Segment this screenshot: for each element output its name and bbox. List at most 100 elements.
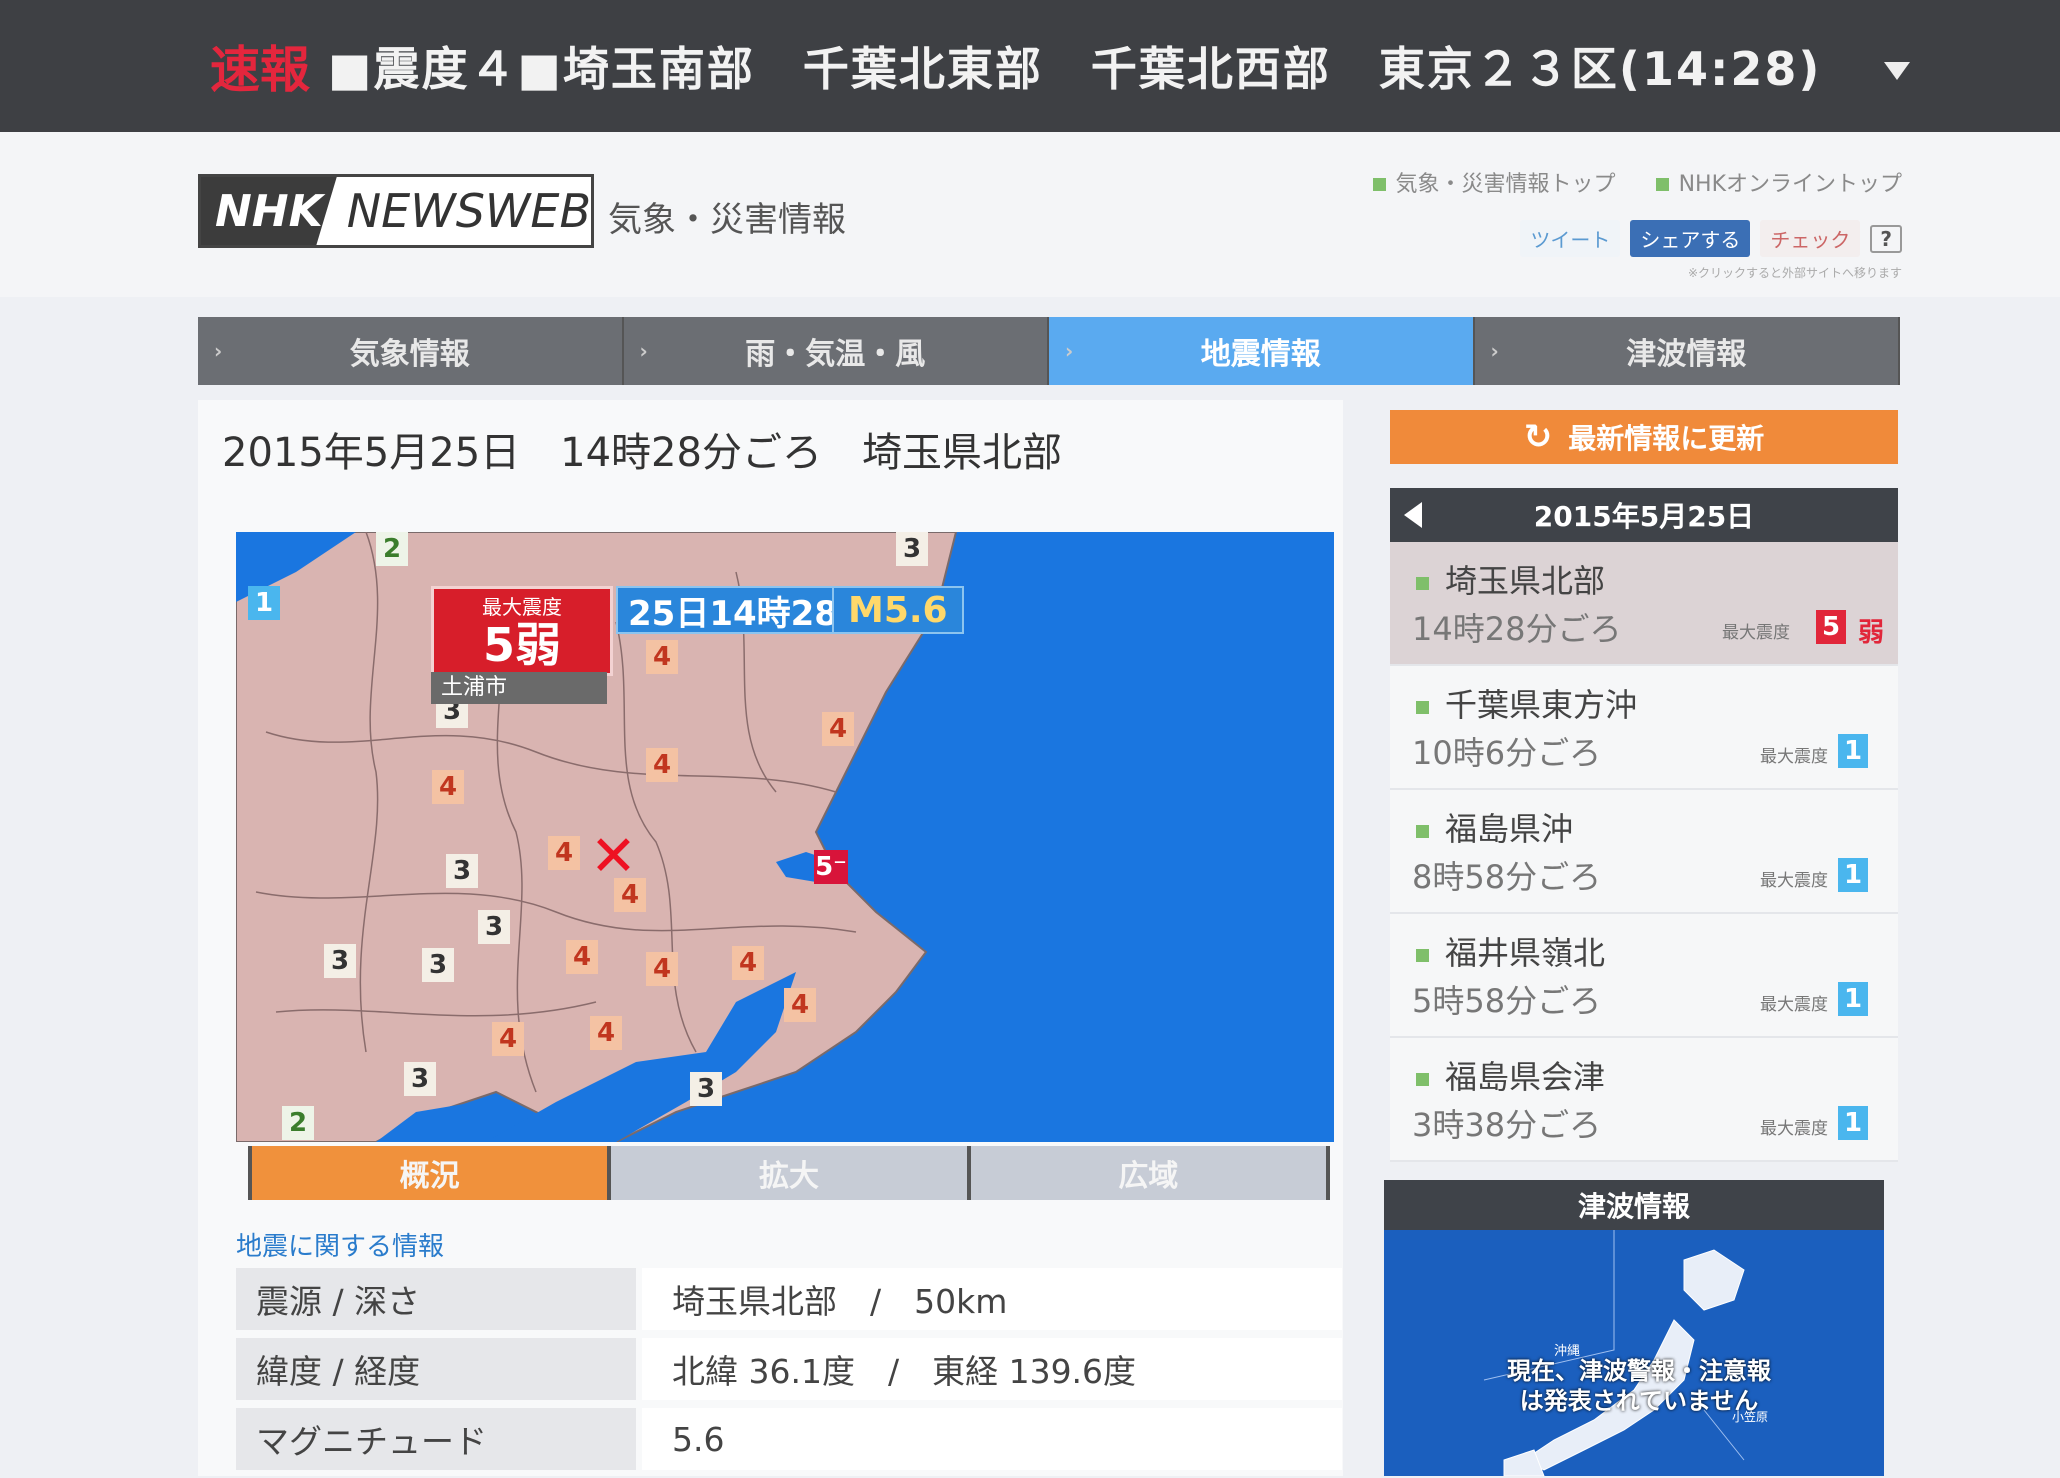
quake-place: 埼玉県北部: [1416, 556, 1605, 602]
list-item[interactable]: 埼玉県北部 14時28分ごろ 最大震度 5 弱: [1390, 542, 1898, 666]
intensity-marker: 5⁻: [814, 850, 848, 884]
max-intensity-label: 最大震度: [1760, 995, 1828, 1015]
intensity-marker: 4: [732, 946, 764, 980]
tweet-button[interactable]: ツイート: [1520, 220, 1621, 257]
logo-newsweb: NEWSWEB: [346, 184, 591, 238]
intensity-marker: 2: [282, 1106, 314, 1140]
map-tab-wide[interactable]: 広域: [970, 1146, 1326, 1200]
table-row: 震源 / 深さ 埼玉県北部 / 50km: [236, 1268, 1342, 1330]
table-row: 緯度 / 経度 北緯 36.1度 / 東経 139.6度: [236, 1338, 1342, 1400]
intensity-marker: 4: [548, 836, 580, 870]
tab-label: 気象情報: [349, 337, 470, 372]
map-tab-overview[interactable]: 概況: [252, 1146, 608, 1200]
ticker-text: ■震度４■埼玉南部 千葉北東部 千葉北西部 東京２３区(14:28): [328, 42, 1822, 96]
intensity-marker: 4: [646, 640, 678, 674]
quake-place: 福井県嶺北: [1416, 928, 1605, 974]
refresh-icon: ↻: [1523, 417, 1553, 457]
chevron-right-icon: ›: [1065, 339, 1074, 363]
tab-weather[interactable]: › 気象情報: [198, 317, 624, 385]
quake-place: 福島県沖: [1416, 804, 1573, 850]
nhk-newsweb-logo[interactable]: NHK NEWSWEB: [198, 174, 594, 248]
intensity-badge: 5: [1816, 610, 1846, 644]
intensity-marker: 2: [376, 532, 408, 566]
previous-day-arrow-icon[interactable]: [1404, 502, 1422, 528]
max-intensity-label: 最大震度: [1760, 1119, 1828, 1139]
tsunami-title: 津波情報: [1384, 1180, 1884, 1230]
row-value: 北緯 36.1度 / 東経 139.6度: [642, 1338, 1342, 1400]
list-item[interactable]: 福井県嶺北 5時58分ごろ 最大震度 1: [1390, 914, 1898, 1038]
tsunami-panel[interactable]: 津波情報 沖縄 現在、津波警報・注意報は発表されていません 小笠原: [1384, 1180, 1884, 1476]
weather-disaster-top-link[interactable]: 気象・災害情報トップ: [1373, 166, 1616, 198]
intensity-marker: 4: [590, 1016, 622, 1050]
tab-tsunami[interactable]: › 津波情報: [1474, 317, 1900, 385]
list-item[interactable]: 福島県沖 8時58分ごろ 最大震度 1: [1390, 790, 1898, 914]
list-item[interactable]: 千葉県東方沖 10時6分ごろ 最大震度 1: [1390, 666, 1898, 790]
table-row: マグニチュード 5.6: [236, 1408, 1342, 1470]
share-button[interactable]: シェアする: [1630, 220, 1751, 257]
intensity-marker: 4: [646, 952, 678, 986]
earthquake-info-table: 震源 / 深さ 埼玉県北部 / 50km 緯度 / 経度 北緯 36.1度 / …: [236, 1268, 1342, 1478]
seismic-intensity-map[interactable]: 2 3 1 4 3 4 4 4 4 3 4 5⁻ 3 3 3 4 4 4 4 4…: [236, 532, 1334, 1142]
ogasawara-label: 小笠原: [1732, 1410, 1769, 1424]
tab-rain-temp-wind[interactable]: › 雨・気温・風: [623, 317, 1049, 385]
breaking-news-ticker[interactable]: 速報 ■震度４■埼玉南部 千葉北東部 千葉北西部 東京２３区(14:28): [0, 0, 2060, 132]
intensity-marker: 1: [248, 586, 280, 620]
quake-time: 8時58分ごろ: [1412, 858, 1602, 896]
max-intensity-box: 最大震度 5弱: [431, 586, 613, 676]
intensity-marker: 4: [432, 770, 464, 804]
chevron-right-icon: ›: [214, 339, 223, 363]
intensity-marker: 4: [646, 748, 678, 782]
quake-time: 14時28分ごろ: [1412, 610, 1622, 648]
intensity-marker: 3: [404, 1062, 436, 1096]
map-tab-zoom[interactable]: 拡大: [611, 1146, 967, 1200]
check-button[interactable]: チェック: [1760, 220, 1861, 257]
japan-map: [1483, 1230, 1745, 1476]
intensity-marker: 3: [446, 854, 478, 888]
chevron-right-icon: ›: [1490, 339, 1499, 363]
chevron-down-icon[interactable]: [1884, 62, 1910, 80]
max-intensity-label: 最大震度: [482, 595, 562, 619]
intensity-badge: 1: [1838, 858, 1868, 892]
quake-time: 5時58分ごろ: [1412, 982, 1602, 1020]
max-intensity-value: 5弱: [482, 618, 561, 672]
tab-earthquake[interactable]: › 地震情報: [1049, 317, 1475, 385]
max-intensity-city: 土浦市: [431, 672, 607, 704]
tsunami-message: 現在、津波警報・注意報は発表されていません: [1507, 1357, 1771, 1415]
date-header: 2015年5月25日: [1390, 488, 1898, 542]
row-key: 震源 / 深さ: [236, 1268, 636, 1330]
help-icon[interactable]: ?: [1870, 224, 1902, 253]
intensity-marker: 4: [566, 940, 598, 974]
row-value: 5.6: [642, 1408, 1342, 1470]
max-intensity-label: 最大震度: [1760, 747, 1828, 767]
logo-nhk: NHK: [201, 177, 337, 245]
intensity-marker: 3: [690, 1072, 722, 1106]
date-label: 2015年5月25日: [1533, 500, 1755, 533]
intensity-marker: 4: [492, 1022, 524, 1056]
map-view-tabs: 概況 拡大 広域: [248, 1146, 1330, 1200]
max-intensity-label: 最大震度: [1760, 871, 1828, 891]
site-header: NHK NEWSWEB 気象・災害情報 気象・災害情報トップ NHKオンライント…: [0, 132, 2060, 297]
tab-label: 津波情報: [1626, 337, 1747, 372]
refresh-label: 最新情報に更新: [1568, 422, 1765, 455]
intensity-badge: 1: [1838, 1106, 1868, 1140]
social-buttons: ツイート シェアする チェック ?: [1520, 220, 1902, 257]
intensity-marker: 3: [422, 948, 454, 982]
quake-time: 10時6分ごろ: [1412, 734, 1602, 772]
site-subtitle: 気象・災害情報: [608, 200, 846, 240]
row-key: 緯度 / 経度: [236, 1338, 636, 1400]
intensity-marker: 3: [324, 944, 356, 978]
intensity-marker: 3: [896, 532, 928, 566]
earthquake-info-link[interactable]: 地震に関する情報: [236, 1226, 444, 1263]
intensity-marker: 4: [784, 988, 816, 1022]
intensity-badge: 1: [1838, 734, 1868, 768]
quake-list: 埼玉県北部 14時28分ごろ 最大震度 5 弱 千葉県東方沖 10時6分ごろ 最…: [1390, 542, 1898, 1162]
nhk-online-top-link[interactable]: NHKオンライントップ: [1656, 166, 1902, 198]
list-item[interactable]: 福島県会津 3時38分ごろ 最大震度 1: [1390, 1038, 1898, 1162]
refresh-button[interactable]: ↻ 最新情報に更新: [1390, 410, 1898, 464]
flash-label: 速報: [210, 41, 310, 99]
intensity-marker: 3: [478, 910, 510, 944]
intensity-suffix: 弱: [1857, 618, 1884, 648]
magnitude-box: M5.6: [832, 586, 964, 634]
epicenter-x-icon: ✕: [590, 824, 637, 889]
chevron-right-icon: ›: [639, 339, 648, 363]
